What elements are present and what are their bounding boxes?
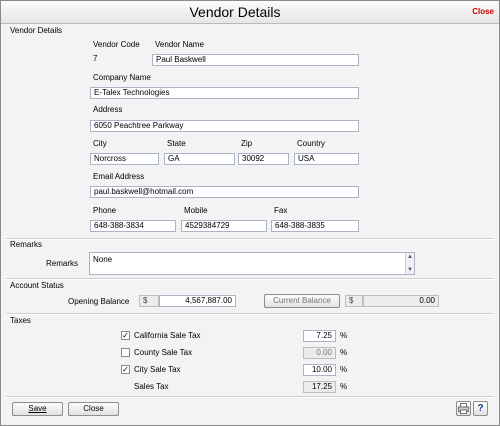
- email-field[interactable]: paul.baskwell@hotmail.com: [90, 186, 359, 198]
- city-tax-label: City Sale Tax: [134, 365, 181, 374]
- section-divider: [6, 396, 494, 398]
- percent-symbol: %: [340, 331, 348, 340]
- address-field[interactable]: 6050 Peachtree Parkway: [90, 120, 359, 132]
- remarks-section-label: Remarks: [10, 240, 43, 249]
- vendor-name-field[interactable]: Paul Baskwell: [152, 54, 359, 66]
- california-tax-label: California Sale Tax: [134, 331, 201, 340]
- vendor-code-value: 7: [93, 54, 98, 63]
- title-bar: Vendor Details Close: [1, 1, 499, 24]
- remarks-scrollbar[interactable]: ▲ ▼: [405, 253, 414, 274]
- vendor-name-label: Vendor Name: [155, 40, 204, 49]
- company-name-label: Company Name: [93, 73, 151, 82]
- current-balance-button[interactable]: Current Balance: [264, 294, 340, 308]
- phone-field[interactable]: 648-388-3834: [90, 220, 176, 232]
- city-tax-field[interactable]: 10.00: [303, 364, 336, 376]
- fax-label: Fax: [274, 206, 288, 215]
- section-divider: [6, 313, 494, 315]
- vendor-code-label: Vendor Code: [93, 40, 140, 49]
- zip-field[interactable]: 30092: [238, 153, 289, 165]
- county-tax-label: County Sale Tax: [134, 348, 193, 357]
- state-field[interactable]: GA: [164, 153, 235, 165]
- phone-label: Phone: [93, 206, 117, 215]
- address-label: Address: [93, 105, 123, 114]
- sales-tax-label: Sales Tax: [134, 382, 169, 391]
- section-divider: [6, 278, 494, 280]
- county-tax-field: 0.00: [303, 347, 336, 359]
- close-link[interactable]: Close: [472, 7, 494, 16]
- city-field[interactable]: Norcross: [90, 153, 159, 165]
- save-button[interactable]: Save: [12, 402, 63, 416]
- city-label: City: [93, 139, 107, 148]
- zip-label: Zip: [241, 139, 253, 148]
- remarks-textarea[interactable]: None ▲ ▼: [89, 252, 415, 275]
- scroll-up-icon[interactable]: ▲: [407, 254, 413, 260]
- vendor-details-section-label: Vendor Details: [10, 26, 63, 35]
- county-tax-checkbox[interactable]: [121, 348, 130, 357]
- close-button[interactable]: Close: [68, 402, 119, 416]
- current-balance-currency: $: [345, 295, 363, 307]
- window-title: Vendor Details: [189, 4, 281, 20]
- opening-balance-field[interactable]: 4,567,887.00: [159, 295, 236, 307]
- fax-field[interactable]: 648-388-3835: [271, 220, 359, 232]
- company-name-field[interactable]: E-Talex Technologies: [90, 87, 359, 99]
- sales-tax-total-field: 17.25: [303, 381, 336, 393]
- current-balance-field: 0.00: [363, 295, 439, 307]
- opening-balance-currency: $: [139, 295, 159, 307]
- percent-symbol: %: [340, 365, 348, 374]
- taxes-section-label: Taxes: [10, 316, 31, 325]
- california-tax-field[interactable]: 7.25: [303, 330, 336, 342]
- percent-symbol: %: [340, 348, 348, 357]
- section-divider: [6, 238, 494, 240]
- printer-icon-graphic: [458, 403, 469, 414]
- account-status-section-label: Account Status: [10, 281, 64, 290]
- scroll-down-icon[interactable]: ▼: [407, 267, 413, 273]
- country-field[interactable]: USA: [294, 153, 359, 165]
- printer-icon[interactable]: [456, 401, 471, 416]
- mobile-field[interactable]: 4529384729: [181, 220, 267, 232]
- opening-balance-label: Opening Balance: [68, 297, 130, 306]
- mobile-label: Mobile: [184, 206, 208, 215]
- country-label: Country: [297, 139, 326, 148]
- california-tax-checkbox[interactable]: ✓: [121, 331, 130, 340]
- remarks-text: None: [93, 255, 113, 264]
- vendor-details-window: Vendor Details Close Vendor Details Vend…: [0, 0, 500, 426]
- remarks-label: Remarks: [46, 259, 79, 268]
- email-label: Email Address: [93, 172, 145, 181]
- state-label: State: [167, 139, 186, 148]
- percent-symbol: %: [340, 382, 348, 391]
- help-icon[interactable]: ?: [473, 401, 488, 416]
- city-tax-checkbox[interactable]: ✓: [121, 365, 130, 374]
